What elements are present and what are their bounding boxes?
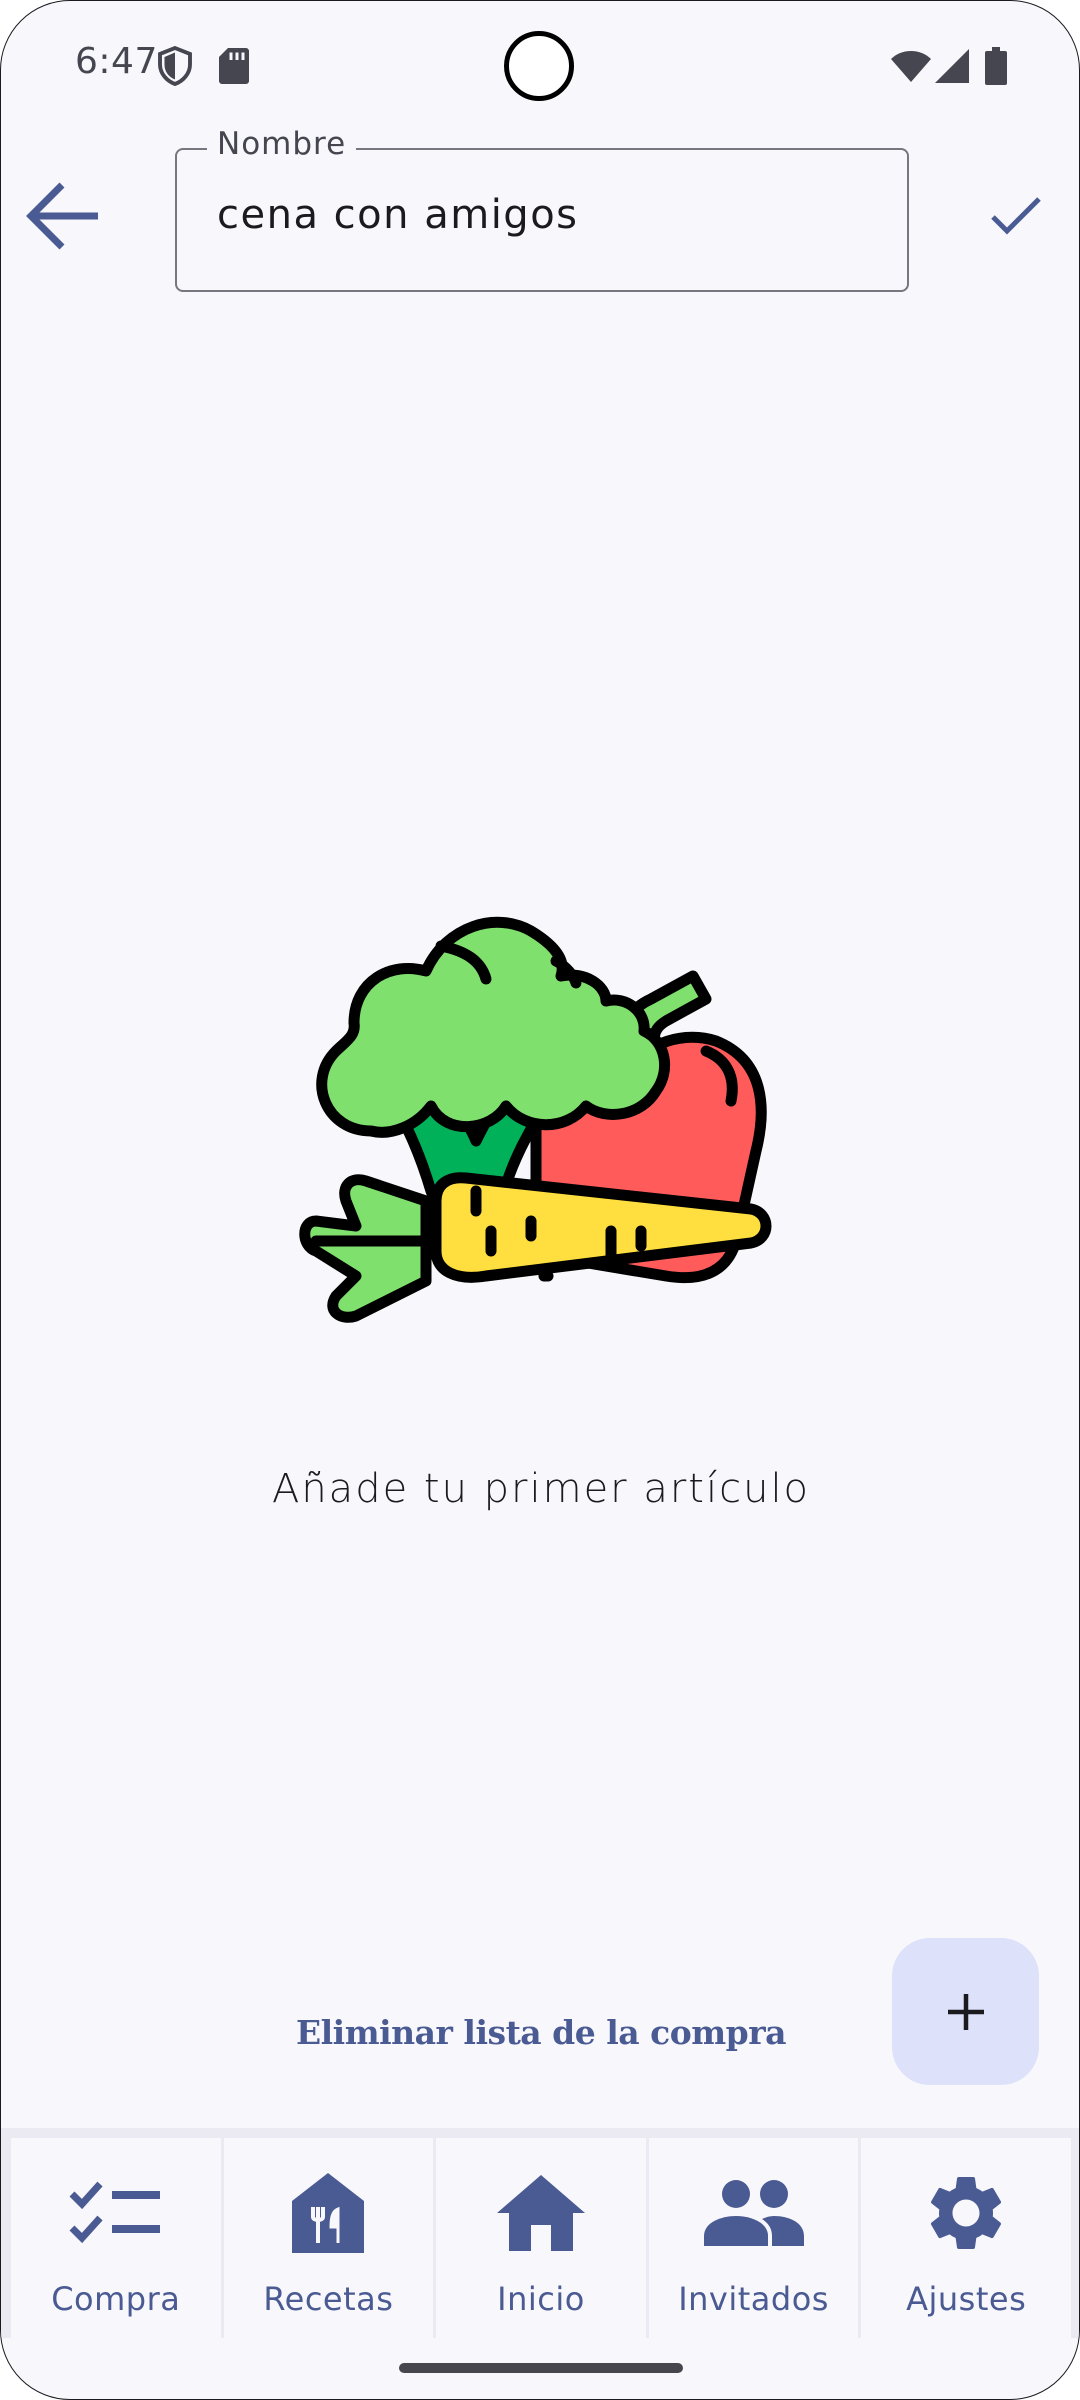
nav-label-recetas: Recetas (263, 2280, 394, 2318)
bottom-navigation: Compra Recetas Inicio Invitados Ajustes (1, 2128, 1079, 2338)
arrow-back-icon (26, 182, 98, 250)
nav-item-inicio[interactable]: Inicio (436, 2138, 646, 2338)
nav-label-inicio: Inicio (497, 2280, 585, 2318)
back-button[interactable] (19, 171, 109, 261)
people-icon (703, 2180, 804, 2246)
restaurant-icon (292, 2173, 365, 2253)
checklist-icon (69, 2181, 160, 2244)
nav-item-ajustes[interactable]: Ajustes (861, 2138, 1071, 2338)
name-field-value[interactable]: cena con amigos (217, 192, 579, 238)
plus-icon (947, 1993, 984, 2030)
cellular-signal-icon (935, 49, 969, 83)
home-icon (496, 2175, 585, 2251)
wifi-icon (891, 51, 931, 82)
settings-icon (931, 2177, 1002, 2249)
home-indicator[interactable] (399, 2363, 683, 2373)
check-icon (991, 197, 1041, 235)
vegetables-illustration (299, 916, 772, 1323)
nav-label-compra: Compra (51, 2280, 181, 2318)
name-field-label: Nombre (207, 126, 357, 162)
status-bar: 6:47 (1, 1, 1079, 131)
sd-card-icon (219, 48, 249, 84)
app-screen: 6:47 Nombre cena con amigos Añade tu pri… (0, 0, 1080, 2400)
shield-icon (158, 46, 192, 86)
battery-icon (985, 47, 1007, 85)
add-item-fab[interactable] (892, 1938, 1039, 2085)
nav-label-ajustes: Ajustes (906, 2280, 1027, 2318)
name-field[interactable]: Nombre cena con amigos (175, 126, 909, 292)
camera-cutout (504, 31, 574, 101)
status-time: 6:47 (75, 41, 158, 82)
empty-state-message: Añade tu primer artículo (271, 1466, 811, 1512)
nav-item-recetas[interactable]: Recetas (223, 2138, 434, 2338)
nav-item-invitados[interactable]: Invitados (648, 2138, 859, 2338)
nav-item-compra[interactable]: Compra (11, 2138, 221, 2338)
nav-label-invitados: Invitados (678, 2280, 829, 2318)
confirm-button[interactable] (976, 176, 1056, 256)
